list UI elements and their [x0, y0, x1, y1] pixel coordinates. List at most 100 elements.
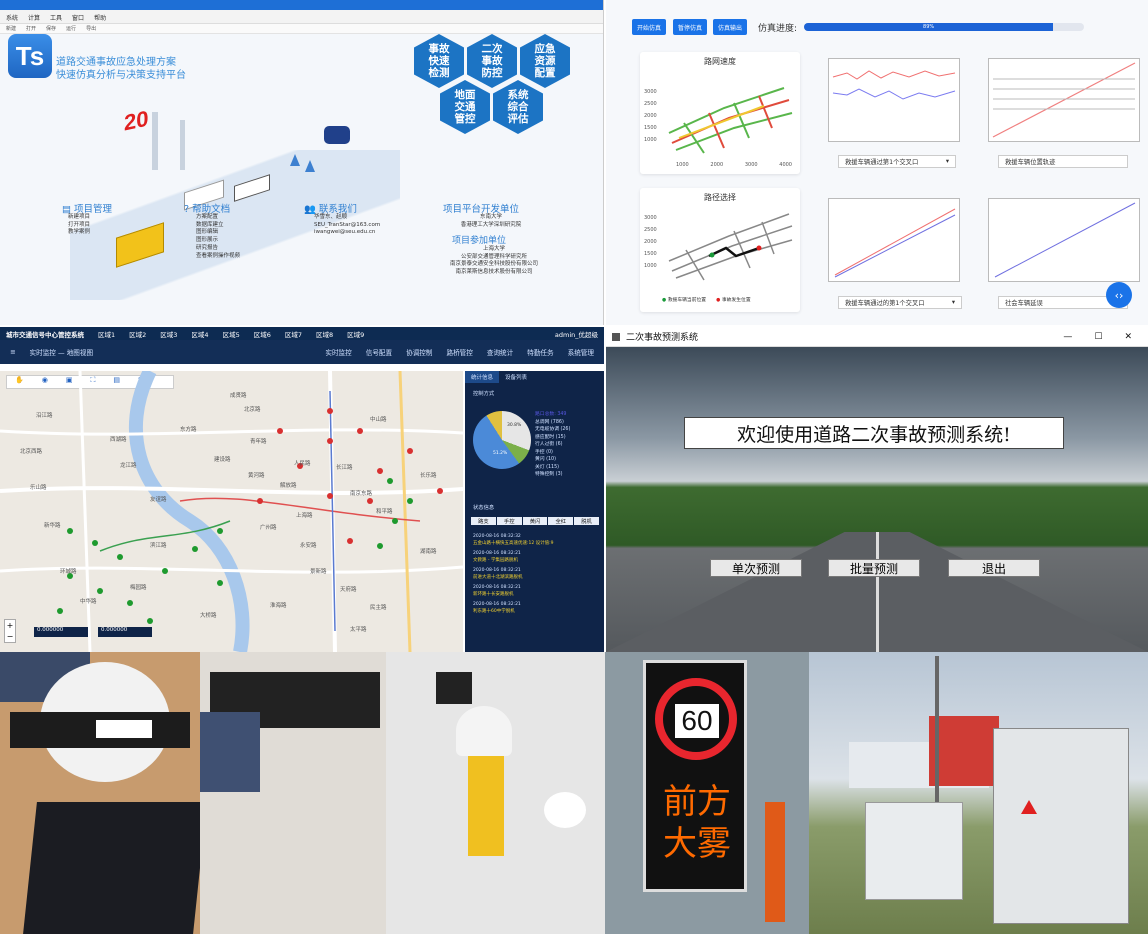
contact-email[interactable]: SEU_TranStar@163.com	[314, 222, 380, 230]
org-name: 东南大学	[479, 214, 502, 220]
map-label: 太平路	[350, 627, 367, 633]
plot-select-dropdown[interactable]: 救援车辆通过的第1个交叉口 ▾	[838, 296, 962, 309]
contact-title[interactable]: 👥 联系我们	[304, 201, 357, 215]
output-sim-button[interactable]: 仿真输出	[713, 19, 747, 35]
legend-label: 救援车辆当前位置	[667, 298, 707, 303]
card-title: 路径选择	[704, 193, 736, 202]
tool-button[interactable]: 导出	[86, 25, 96, 32]
chevron-down-icon: ▾	[945, 158, 949, 165]
status-col[interactable]: 全红	[548, 517, 574, 525]
status-col[interactable]: 黄闪	[522, 517, 548, 525]
window-title: 二次事故预测系统	[626, 333, 699, 343]
plot-select-dropdown[interactable]: 救援车辆通过第1个交叉口 ▾	[838, 155, 956, 168]
start-sim-button[interactable]: 开始仿真	[632, 19, 666, 35]
x-tick: 3000	[744, 162, 758, 168]
hex-ground-traffic-control[interactable]: 地面交通管控	[440, 80, 490, 134]
status-col[interactable]: 路支	[471, 517, 496, 525]
series-line	[992, 62, 1136, 138]
menu-link[interactable]: 研究报告	[196, 245, 240, 253]
hex-resource-allocation[interactable]: 应急资源配置	[520, 34, 570, 88]
menu-link[interactable]: 新建项目	[68, 214, 90, 222]
project-management-title[interactable]: ▤ 项目管理	[62, 201, 112, 215]
series-line	[834, 208, 956, 276]
nav-item[interactable]: 协调控制	[406, 347, 432, 357]
contact-email[interactable]: iwangwei@seu.edu.cn	[314, 229, 380, 237]
pause-sim-button[interactable]: 暂停仿真	[673, 19, 707, 35]
tool-button[interactable]: 打开	[26, 25, 36, 32]
nav-item[interactable]: 查询统计	[487, 347, 513, 357]
nav-item[interactable]: 信号配置	[366, 347, 392, 357]
y-tick: 2000	[644, 113, 657, 119]
menu-item[interactable]: 帮助	[94, 13, 106, 22]
select-value: 救援车辆通过的第1个交叉口	[845, 300, 925, 307]
maximize-icon[interactable]: ☐	[1094, 332, 1102, 342]
zoom-in-icon[interactable]: +	[5, 620, 15, 631]
event-message: 利东路十60中学脱机	[473, 609, 515, 614]
tab-stats[interactable]: 统计信息	[465, 371, 500, 383]
road-segment	[671, 225, 793, 272]
coord-box[interactable]: 0.000000	[98, 627, 152, 637]
menu-item[interactable]: 工具	[50, 13, 62, 22]
region-tab[interactable]: 区域8	[316, 329, 333, 339]
system-title: 城市交通信号中心管控系统	[6, 330, 84, 339]
map-label: 北京西路	[20, 449, 43, 455]
nav-item[interactable]: 特勤任务	[527, 347, 553, 357]
region-tab[interactable]: 区域7	[285, 329, 302, 339]
hex-incident-detection[interactable]: 事故快速检测	[414, 34, 464, 88]
plot-select-dropdown[interactable]: 救援车辆位置轨迹	[998, 155, 1128, 168]
status-col[interactable]: 脱机	[574, 517, 599, 525]
highway-background	[606, 347, 1148, 652]
plot-lines	[832, 70, 956, 100]
accident-marker	[756, 245, 762, 251]
hex-system-evaluation[interactable]: 系统综合评估	[493, 80, 543, 134]
help-docs-title[interactable]: ? 帮助文档	[184, 201, 230, 215]
region-tab[interactable]: 区域5	[223, 329, 240, 339]
nav-item[interactable]: 系统管理	[568, 347, 594, 357]
region-tab[interactable]: 区域6	[254, 329, 271, 339]
y-tick-column: 3000 2500 2000 1500 1000	[644, 212, 657, 272]
tool-button[interactable]: 运行	[66, 25, 76, 32]
minimize-icon[interactable]: —	[1063, 332, 1072, 342]
menu-icon[interactable]: ≡	[10, 348, 16, 356]
menu-link[interactable]: 方案配置	[196, 214, 240, 222]
sign-pole	[152, 112, 158, 170]
menu-link[interactable]: 图形展示	[196, 237, 240, 245]
user-name[interactable]: admin_优超级	[555, 329, 598, 339]
nav-item[interactable]: 实时监控	[325, 347, 351, 357]
region-tab[interactable]: 区域9	[347, 329, 364, 339]
road-segment	[685, 249, 705, 281]
status-col[interactable]: 手控	[496, 517, 522, 525]
nav-item[interactable]: 路桥管控	[447, 347, 473, 357]
x-tick: 4000	[779, 162, 792, 168]
warning-text-line1: 前方	[663, 782, 731, 822]
menu-link[interactable]: 教学案例	[68, 229, 90, 237]
region-tab[interactable]: 区域3	[160, 329, 177, 339]
region-tab[interactable]: 区域1	[98, 329, 115, 339]
coord-box[interactable]: 0.000000	[34, 627, 88, 637]
zoom-out-icon[interactable]: −	[5, 631, 15, 642]
menu-item[interactable]: 计算	[28, 13, 40, 22]
tool-button[interactable]: 新建	[6, 25, 16, 32]
hex-secondary-prevention[interactable]: 二次事故防控	[467, 34, 517, 88]
region-tab[interactable]: 区域2	[129, 329, 146, 339]
menu-link[interactable]: 图形编辑	[196, 229, 240, 237]
window-titlebar	[0, 0, 603, 10]
tab-devices[interactable]: 设备列表	[499, 371, 533, 383]
single-predict-button[interactable]: 单次预测	[710, 559, 802, 577]
region-tab[interactable]: 区域4	[191, 329, 208, 339]
series-line	[834, 214, 956, 278]
menu-link[interactable]: 查看案例操作视频	[196, 253, 240, 261]
simulation-dashboard: 开始仿真 暂停仿真 仿真输出 仿真进度: 89% 路网速度 3000 2500 …	[606, 0, 1148, 325]
batch-predict-button[interactable]: 批量预测	[828, 559, 920, 577]
code-brackets-icon[interactable]: ‹›	[1106, 282, 1132, 308]
exit-button[interactable]: 退出	[948, 559, 1040, 577]
map-label: 环城路	[60, 569, 77, 575]
y-tick: 1500	[644, 251, 657, 257]
close-icon[interactable]: ✕	[1124, 332, 1132, 342]
tool-button[interactable]: 保存	[46, 25, 56, 32]
plot-delay-line	[988, 198, 1140, 282]
city-map[interactable]: ✋ ◉ ▣ ⛶ ▤ ✎ 乐山路 北京路 东方路 西湖路 中山路 人民路 长江路 …	[0, 371, 463, 652]
menu-item[interactable]: 系统	[6, 13, 18, 22]
menu-item[interactable]: 窗口	[72, 13, 84, 22]
speed-limit-text: 60	[675, 704, 719, 738]
